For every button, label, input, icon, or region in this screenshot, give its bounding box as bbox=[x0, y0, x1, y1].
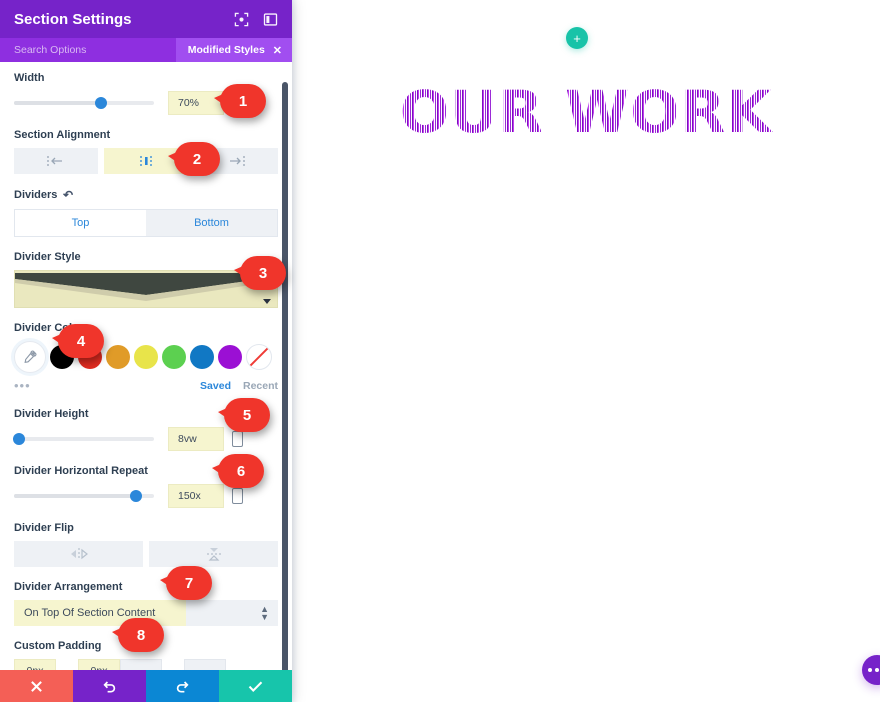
eyedropper-button[interactable] bbox=[14, 341, 46, 373]
flip-vertical-button[interactable] bbox=[149, 541, 278, 567]
padding-top-cell: 0px Top bbox=[14, 659, 56, 670]
width-slider[interactable] bbox=[14, 97, 154, 109]
close-icon[interactable]: ✕ bbox=[273, 44, 282, 57]
padding-bottom-input[interactable]: 0px bbox=[78, 659, 120, 670]
dividers-label: Dividers ↷ bbox=[14, 188, 278, 202]
redo-icon bbox=[176, 680, 189, 692]
section-alignment-label: Section Alignment bbox=[14, 129, 111, 141]
divider-flip-label: Divider Flip bbox=[14, 522, 74, 534]
callout-6: 6 bbox=[212, 454, 264, 488]
plus-icon: + bbox=[573, 30, 581, 46]
focus-target-icon[interactable] bbox=[234, 12, 249, 27]
save-button[interactable] bbox=[219, 670, 292, 702]
padding-top-input[interactable]: 0px bbox=[14, 659, 56, 670]
search-options-input[interactable]: Search Options bbox=[14, 44, 176, 56]
swatch-none[interactable] bbox=[246, 344, 272, 370]
panel-header: Section Settings bbox=[0, 0, 292, 38]
padding-bottom-cell: 0px Bottom bbox=[78, 659, 120, 670]
callout-8: 8 bbox=[112, 618, 164, 652]
callout-7: 7 bbox=[160, 566, 212, 600]
callout-2-number: 2 bbox=[174, 142, 220, 176]
callout-1: 1 bbox=[214, 84, 266, 118]
callout-4: 4 bbox=[52, 324, 104, 358]
callout-8-number: 8 bbox=[118, 618, 164, 652]
dividers-tabs: Top Bottom bbox=[14, 209, 278, 237]
panel-scrollbar[interactable] bbox=[282, 82, 288, 670]
panel-body: Width 70% Section Alignment Dividers ↷ T… bbox=[0, 62, 292, 670]
swatch-green[interactable] bbox=[162, 345, 186, 369]
modified-styles-pill[interactable]: Modified Styles ✕ bbox=[175, 38, 292, 62]
panel-header-icons bbox=[234, 12, 278, 27]
padding-right-input[interactable] bbox=[184, 659, 226, 670]
add-section-button[interactable]: + bbox=[566, 27, 588, 49]
divider-arrangement-label: Divider Arrangement bbox=[14, 581, 123, 593]
swatch-purple[interactable] bbox=[218, 345, 242, 369]
page-preview: + OUR WORK bbox=[292, 0, 880, 702]
tab-bottom[interactable]: Bottom bbox=[146, 210, 277, 236]
panel-title: Section Settings bbox=[14, 10, 132, 28]
callout-7-number: 7 bbox=[166, 566, 212, 600]
field-divider-flip: Divider Flip bbox=[14, 522, 278, 567]
chevron-updown-icon: ▲ ▼ bbox=[260, 604, 269, 622]
section-more-options-button[interactable] bbox=[862, 655, 880, 685]
width-label: Width bbox=[14, 72, 45, 84]
field-dividers: Dividers ↷ Top Bottom bbox=[14, 188, 278, 237]
callout-5: 5 bbox=[218, 398, 270, 432]
callout-3-number: 3 bbox=[240, 256, 286, 290]
padding-left-input[interactable] bbox=[120, 659, 162, 670]
app-root: + OUR WORK Section Settings Search Optio… bbox=[0, 0, 880, 702]
callout-6-number: 6 bbox=[218, 454, 264, 488]
tab-top[interactable]: Top bbox=[15, 210, 146, 236]
divider-height-slider[interactable] bbox=[13, 433, 154, 445]
undo-icon bbox=[103, 680, 116, 692]
padding-right-cell: Right bbox=[184, 659, 226, 670]
cancel-button[interactable] bbox=[0, 670, 73, 702]
divider-height-slider-handle[interactable] bbox=[13, 433, 25, 445]
divider-repeat-slider-handle[interactable] bbox=[130, 490, 142, 502]
width-slider-handle[interactable] bbox=[95, 97, 107, 109]
hero-heading: OUR WORK bbox=[292, 78, 880, 146]
chevron-down-icon bbox=[263, 299, 271, 304]
callout-1-number: 1 bbox=[220, 84, 266, 118]
panel-search-bar: Search Options Modified Styles ✕ bbox=[0, 38, 292, 62]
swatch-blue[interactable] bbox=[190, 345, 214, 369]
align-left-button[interactable] bbox=[14, 148, 98, 174]
divider-repeat-slider[interactable] bbox=[14, 490, 154, 502]
field-section-alignment: Section Alignment bbox=[14, 129, 278, 174]
saved-colors-tab[interactable]: Saved bbox=[200, 380, 231, 392]
modified-styles-label: Modified Styles bbox=[187, 44, 265, 56]
more-colors-button[interactable]: ••• bbox=[14, 379, 200, 392]
divider-height-value-input[interactable]: 8vw bbox=[168, 427, 224, 451]
dot-icon bbox=[875, 668, 879, 672]
checkmark-icon bbox=[248, 681, 263, 692]
swatch-yellow[interactable] bbox=[134, 345, 158, 369]
padding-left-cell: Left bbox=[120, 659, 162, 670]
callout-5-number: 5 bbox=[224, 398, 270, 432]
mobile-icon[interactable] bbox=[232, 431, 243, 447]
dividers-label-text: Dividers bbox=[14, 189, 58, 201]
swatch-orange[interactable] bbox=[106, 345, 130, 369]
flip-horizontal-button[interactable] bbox=[14, 541, 143, 567]
panel-footer bbox=[0, 670, 292, 702]
close-icon bbox=[31, 680, 42, 692]
dot-icon bbox=[868, 668, 872, 672]
mobile-icon[interactable] bbox=[232, 488, 243, 504]
redo-button[interactable] bbox=[146, 670, 219, 702]
reset-icon[interactable]: ↷ bbox=[63, 188, 73, 202]
recent-colors-tab[interactable]: Recent bbox=[243, 380, 278, 392]
layout-panel-icon[interactable] bbox=[263, 12, 278, 27]
undo-button[interactable] bbox=[73, 670, 146, 702]
callout-2: 2 bbox=[168, 142, 220, 176]
callout-3: 3 bbox=[234, 256, 286, 290]
callout-4-number: 4 bbox=[58, 324, 104, 358]
